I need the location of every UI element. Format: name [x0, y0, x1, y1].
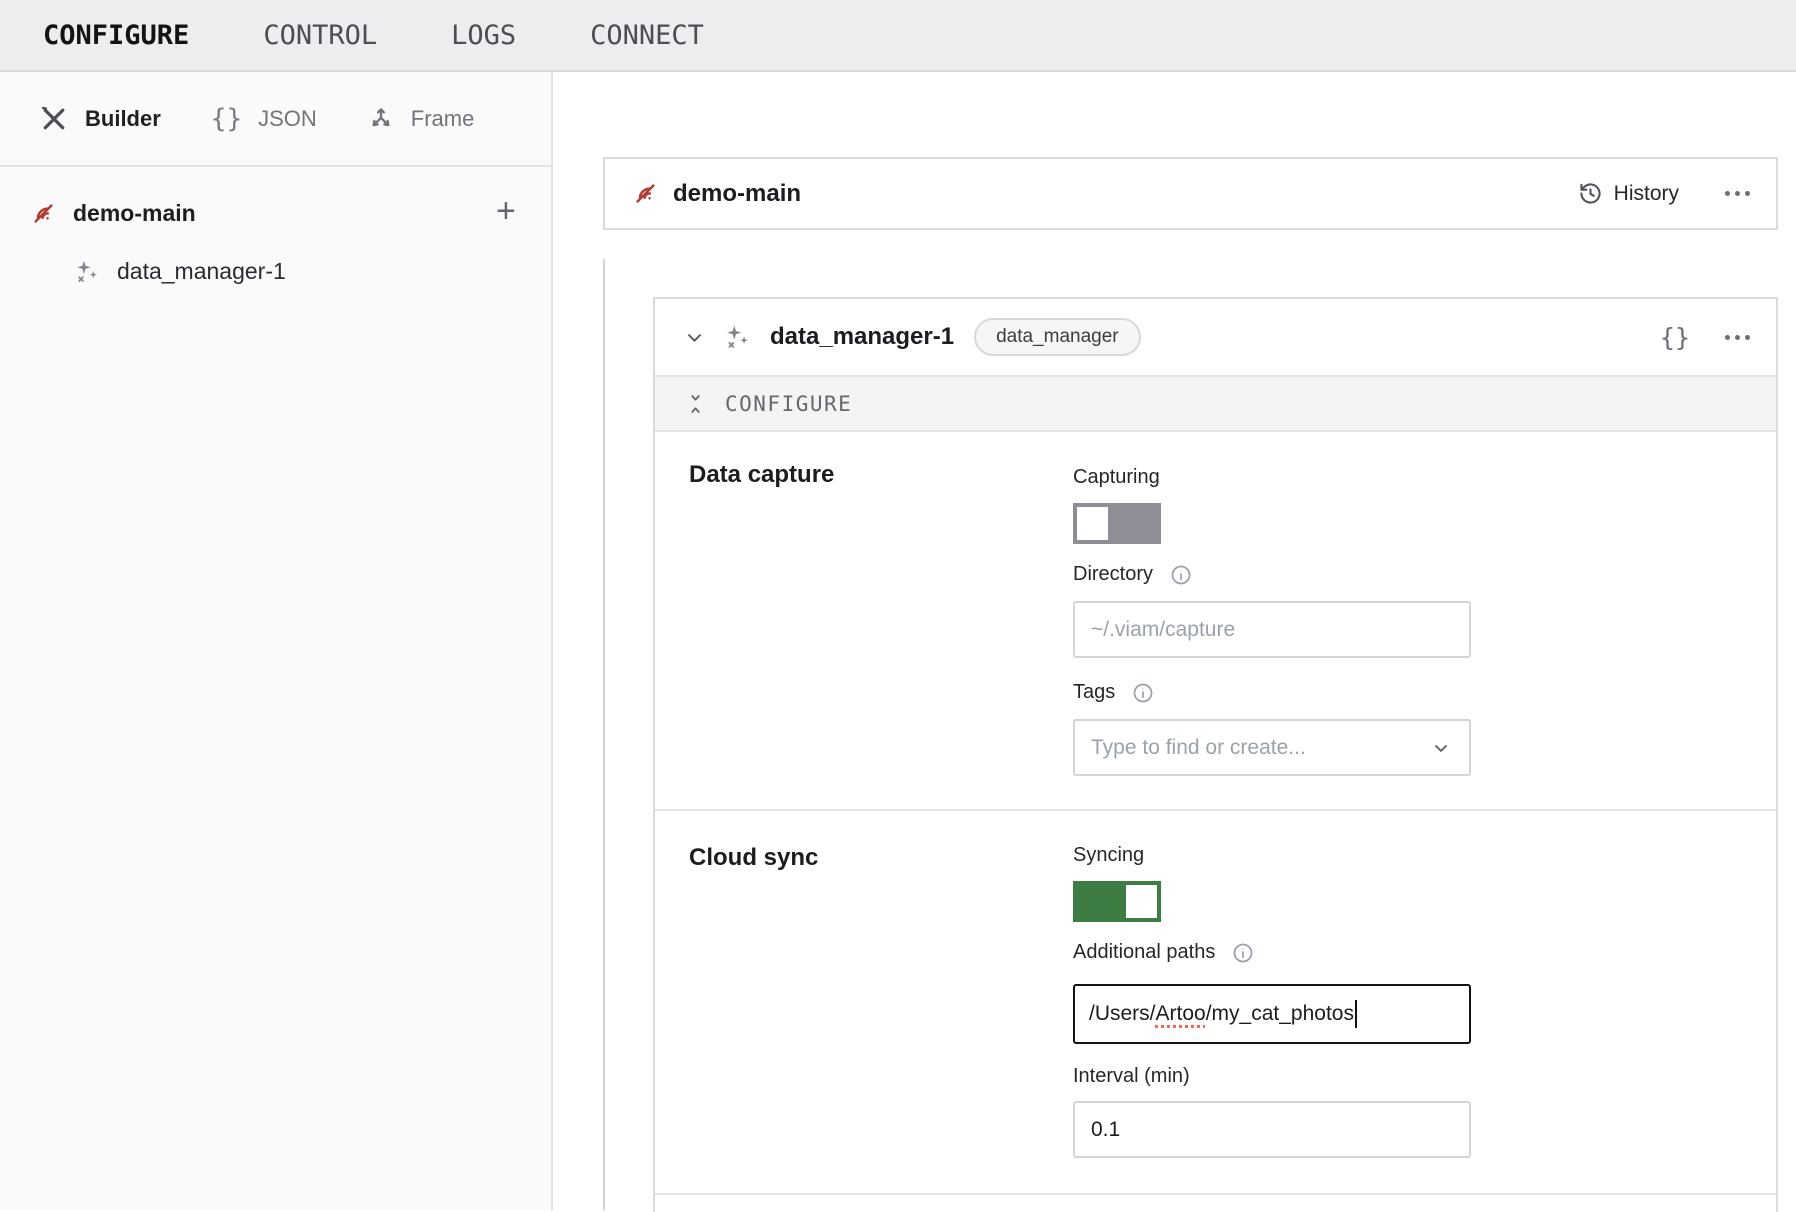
tree-item-demo-main[interactable]: demo-main +: [0, 188, 553, 238]
builder-toolbar: Builder {} JSON Frame: [0, 72, 553, 167]
sparkles-icon: [724, 324, 750, 350]
machine-part-title: demo-main: [673, 180, 801, 208]
machine-part-tree: demo-main + data_manager-1: [0, 167, 553, 1210]
machine-part-menu-button[interactable]: [1725, 191, 1750, 196]
top-nav: CONFIGURE CONTROL LOGS CONNECT: [0, 0, 1796, 72]
path-text: /my_cat_photos: [1206, 1002, 1354, 1026]
chevron-down-icon: [1431, 738, 1451, 758]
viewtab-frame-label: Frame: [411, 106, 475, 132]
additional-paths-label: Additional paths: [1073, 941, 1215, 964]
toggle-knob: [1126, 885, 1157, 918]
tab-control[interactable]: CONTROL: [263, 20, 377, 51]
tree-item-label: demo-main: [73, 200, 196, 227]
path-text-misspelled: Artoo: [1156, 1002, 1206, 1026]
section-divider: [655, 1193, 1776, 1195]
viewtab-frame[interactable]: Frame: [367, 105, 475, 133]
tags-label-row: Tags: [1073, 681, 1154, 704]
history-button[interactable]: History: [1578, 181, 1679, 206]
add-component-button[interactable]: +: [496, 194, 516, 228]
tags-label: Tags: [1073, 681, 1115, 704]
tags-select[interactable]: Type to find or create...: [1073, 719, 1471, 776]
additional-paths-input[interactable]: /Users/Artoo/my_cat_photos: [1073, 984, 1471, 1044]
configure-section-bar[interactable]: CONFIGURE: [655, 375, 1776, 432]
ellipsis-icon: [1725, 191, 1730, 196]
cloud-sync-heading: Cloud sync: [689, 844, 818, 872]
info-icon[interactable]: [1132, 682, 1154, 704]
configure-section-label: CONFIGURE: [725, 392, 852, 416]
collapse-vertical-icon: [686, 393, 705, 415]
directory-input[interactable]: [1073, 601, 1471, 658]
view-json-button[interactable]: {}: [1660, 323, 1690, 352]
interval-input[interactable]: [1073, 1101, 1471, 1158]
viewtab-json-label: JSON: [258, 106, 317, 132]
ellipsis-icon: [1725, 335, 1730, 340]
tools-icon: [39, 104, 69, 134]
info-icon[interactable]: [1232, 942, 1254, 964]
resource-type-badge: data_manager: [974, 318, 1141, 356]
capturing-label: Capturing: [1073, 466, 1160, 489]
resource-card-data-manager-1: data_manager-1 data_manager {} CONFIGURE…: [653, 297, 1778, 1212]
tree-item-label: data_manager-1: [117, 258, 286, 285]
tree-connector-line: [603, 259, 605, 1210]
interval-label: Interval (min): [1073, 1065, 1190, 1088]
sparkles-icon: [74, 259, 99, 284]
frame-axes-icon: [367, 105, 395, 133]
resource-menu-button[interactable]: [1725, 335, 1750, 340]
toggle-knob: [1077, 507, 1108, 540]
section-divider: [655, 809, 1776, 811]
path-text: /Users/: [1089, 1002, 1156, 1026]
braces-icon: {}: [211, 104, 242, 134]
tags-select-placeholder: Type to find or create...: [1091, 736, 1431, 760]
capturing-toggle[interactable]: [1073, 503, 1161, 544]
viewtab-builder-label: Builder: [85, 106, 161, 132]
syncing-toggle[interactable]: [1073, 881, 1161, 922]
tab-connect[interactable]: CONNECT: [590, 20, 704, 51]
offline-icon: [632, 180, 659, 207]
machine-part-card: demo-main History: [603, 157, 1778, 230]
text-caret: [1355, 1000, 1357, 1028]
tree-item-data-manager-1[interactable]: data_manager-1: [0, 245, 553, 297]
additional-paths-label-row: Additional paths: [1073, 941, 1254, 964]
syncing-label: Syncing: [1073, 844, 1144, 867]
history-icon: [1578, 181, 1603, 206]
info-icon[interactable]: [1170, 564, 1192, 586]
tab-logs[interactable]: LOGS: [451, 20, 516, 51]
chevron-down-icon[interactable]: [685, 328, 704, 347]
tab-configure[interactable]: CONFIGURE: [43, 20, 189, 51]
offline-icon: [30, 200, 57, 227]
data-capture-heading: Data capture: [689, 461, 834, 489]
resource-card-header: data_manager-1 data_manager {}: [655, 299, 1776, 375]
viewtab-builder[interactable]: Builder: [39, 104, 161, 134]
directory-label: Directory: [1073, 563, 1153, 586]
history-button-label: History: [1614, 182, 1679, 206]
directory-label-row: Directory: [1073, 563, 1192, 586]
resource-title: data_manager-1: [770, 323, 954, 351]
viewtab-json[interactable]: {} JSON: [211, 104, 317, 134]
